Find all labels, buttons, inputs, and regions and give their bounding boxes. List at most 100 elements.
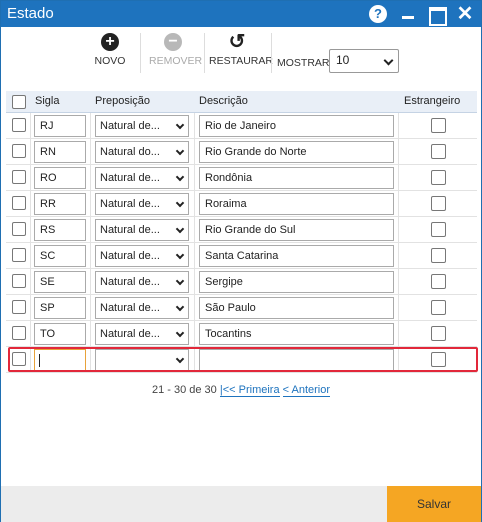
select-all-checkbox[interactable] [12, 95, 26, 109]
close-icon[interactable]: ✕ [456, 4, 474, 24]
page-size-select[interactable]: 10 [329, 49, 399, 73]
estrangeiro-checkbox[interactable] [431, 222, 446, 237]
descricao-input[interactable]: Roraima [199, 193, 394, 215]
chevron-down-icon [175, 120, 185, 130]
chevron-down-icon [175, 328, 185, 338]
plus-circle-icon: + [101, 33, 119, 51]
column-divider [30, 191, 31, 216]
chevron-down-icon [383, 55, 394, 66]
column-divider [90, 139, 91, 164]
estrangeiro-checkbox[interactable] [431, 326, 446, 341]
show-label: MOSTRAR: [277, 57, 333, 69]
row-checkbox[interactable] [12, 144, 26, 158]
preposicao-value: Natural de... [100, 172, 160, 184]
estrangeiro-checkbox[interactable] [431, 196, 446, 211]
sigla-input[interactable]: RR [34, 193, 86, 215]
remove-button-label: REMOVER [149, 55, 203, 67]
table-row: RO Natural de... Rondônia [6, 165, 477, 191]
preposicao-select[interactable]: Natural de... [95, 167, 189, 189]
help-icon[interactable]: ? [369, 5, 387, 23]
estrangeiro-checkbox[interactable] [431, 352, 446, 367]
minimize-icon[interactable] [399, 5, 417, 23]
column-divider [30, 347, 31, 372]
table-row: RS Natural de... Rio Grande do Sul [6, 217, 477, 243]
descricao-input[interactable] [199, 349, 394, 371]
row-checkbox[interactable] [12, 222, 26, 236]
sigla-input[interactable]: TO [34, 323, 86, 345]
restore-icon: ↺ [228, 31, 246, 53]
row-checkbox[interactable] [12, 300, 26, 314]
descricao-input[interactable]: Tocantins [199, 323, 394, 345]
descricao-input[interactable]: São Paulo [199, 297, 394, 319]
sigla-input[interactable]: RO [34, 167, 86, 189]
chevron-down-icon [175, 250, 185, 260]
previous-page-link[interactable]: < Anterior [282, 384, 331, 397]
restore-button[interactable]: ↺ RESTAURAR [209, 31, 273, 67]
preposicao-select[interactable]: Natural de... [95, 219, 189, 241]
column-divider [398, 321, 399, 346]
remove-button[interactable]: − REMOVER [149, 33, 202, 67]
estrangeiro-checkbox[interactable] [431, 274, 446, 289]
save-button[interactable]: Salvar [387, 486, 481, 522]
toolbar: + NOVO − REMOVER ↺ RESTAURAR MOSTRAR: 10 [1, 27, 481, 83]
sigla-input[interactable]: SE [34, 271, 86, 293]
column-divider [194, 321, 195, 346]
estrangeiro-checkbox[interactable] [431, 170, 446, 185]
preposicao-select[interactable]: Natural de... [95, 297, 189, 319]
row-checkbox[interactable] [12, 352, 26, 366]
estrangeiro-checkbox[interactable] [431, 248, 446, 263]
sigla-input[interactable]: RS [34, 219, 86, 241]
sigla-value: RO [40, 172, 57, 184]
preposicao-select[interactable]: Natural de... [95, 323, 189, 345]
header-estrangeiro: Estrangeiro [404, 95, 461, 107]
column-divider [194, 165, 195, 190]
row-checkbox[interactable] [12, 274, 26, 288]
toolbar-divider [204, 33, 205, 73]
column-divider [194, 347, 195, 372]
row-checkbox[interactable] [12, 118, 26, 132]
new-button[interactable]: + NOVO [93, 33, 127, 67]
header-sigla: Sigla [35, 95, 60, 107]
estrangeiro-checkbox[interactable] [431, 118, 446, 133]
row-checkbox[interactable] [12, 196, 26, 210]
preposicao-select[interactable]: Natural de... [95, 193, 189, 215]
descricao-input[interactable]: Rio Grande do Sul [199, 219, 394, 241]
maximize-icon[interactable] [427, 5, 447, 26]
pagination: 21 - 30 de 30 |<< Primeira < Anterior [1, 384, 481, 397]
preposicao-select[interactable]: Natural do... [95, 141, 189, 163]
sigla-input[interactable] [34, 349, 86, 371]
descricao-value: Santa Catarina [205, 250, 279, 262]
column-divider [90, 165, 91, 190]
descricao-value: Tocantins [205, 328, 252, 340]
new-table-row [6, 347, 477, 373]
estrangeiro-checkbox[interactable] [431, 300, 446, 315]
descricao-input[interactable]: Santa Catarina [199, 245, 394, 267]
preposicao-select[interactable]: Natural de... [95, 115, 189, 137]
preposicao-value: Natural de... [100, 120, 160, 132]
sigla-value: RJ [40, 120, 54, 132]
preposicao-select[interactable]: Natural de... [95, 245, 189, 267]
estrangeiro-checkbox[interactable] [431, 144, 446, 159]
descricao-input[interactable]: Rio de Janeiro [199, 115, 394, 137]
descricao-input[interactable]: Rondônia [199, 167, 394, 189]
column-divider [30, 269, 31, 294]
row-checkbox[interactable] [12, 170, 26, 184]
row-checkbox[interactable] [12, 326, 26, 340]
column-divider [90, 347, 91, 372]
chevron-down-icon [175, 224, 185, 234]
preposicao-value: Natural de... [100, 198, 160, 210]
sigla-input[interactable]: RN [34, 141, 86, 163]
column-divider [398, 217, 399, 242]
preposicao-select[interactable]: Natural de... [95, 271, 189, 293]
table-body: RJ Natural de... Rio de Janeiro RN Natural d… [6, 113, 477, 347]
preposicao-select[interactable] [95, 349, 189, 371]
sigla-input[interactable]: SC [34, 245, 86, 267]
descricao-input[interactable]: Rio Grande do Norte [199, 141, 394, 163]
sigla-input[interactable]: SP [34, 297, 86, 319]
row-checkbox[interactable] [12, 248, 26, 262]
column-divider [398, 243, 399, 268]
first-page-link[interactable]: |<< Primeira [219, 384, 280, 397]
minus-circle-icon: − [164, 33, 182, 51]
descricao-input[interactable]: Sergipe [199, 271, 394, 293]
sigla-input[interactable]: RJ [34, 115, 86, 137]
